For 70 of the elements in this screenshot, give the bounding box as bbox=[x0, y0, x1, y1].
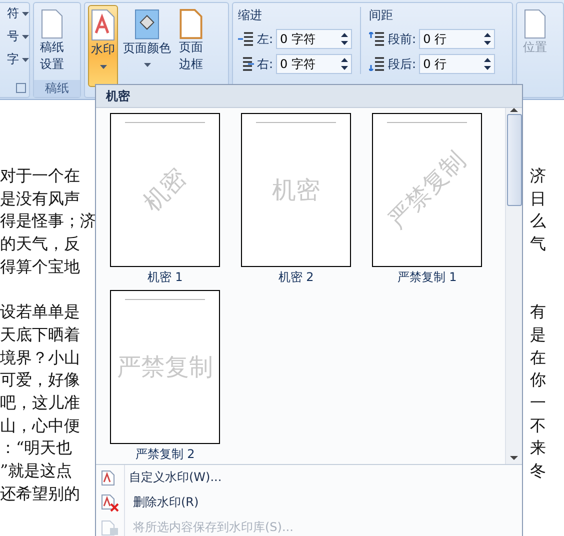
field-label: 右: bbox=[257, 56, 274, 72]
spin-arrows-icon[interactable] bbox=[484, 32, 492, 46]
scrollbar[interactable] bbox=[505, 108, 522, 464]
ribbon-button[interactable]: 页面 边框 bbox=[176, 5, 206, 77]
group-title: 间距 bbox=[369, 7, 394, 24]
document-text: 日 bbox=[530, 188, 547, 210]
document-text: 天底下晒着 bbox=[0, 324, 80, 346]
caret-icon bbox=[22, 12, 29, 16]
document-text: 的天气，反 bbox=[0, 233, 80, 256]
menu-item[interactable]: 删除水印(R) bbox=[96, 490, 522, 515]
dropdown-option[interactable]: 字 bbox=[7, 51, 19, 68]
indent-left-icon bbox=[238, 32, 254, 46]
dropdown-option[interactable]: 号 bbox=[7, 28, 19, 45]
document-text: 设若单单是 bbox=[0, 301, 80, 324]
document-text: 吧，这儿准 bbox=[0, 392, 80, 414]
scroll-thumb[interactable] bbox=[506, 114, 522, 206]
field-label: 段后: bbox=[388, 56, 416, 72]
field-label: 段前: bbox=[388, 30, 416, 48]
document-text: 是没有风声 bbox=[0, 188, 80, 210]
caret-icon bbox=[144, 62, 150, 67]
paper-icon bbox=[41, 9, 63, 39]
section-header: 机密 bbox=[96, 85, 522, 108]
spacing-after-icon bbox=[369, 57, 386, 71]
ribbon-button[interactable]: 页面颜色 bbox=[120, 5, 174, 77]
caret-icon bbox=[22, 34, 29, 38]
spacing-before-icon bbox=[369, 32, 386, 46]
menu-item[interactable]: 自定义水印(W)... bbox=[96, 465, 522, 490]
document-text: ：“明天也 bbox=[0, 437, 72, 460]
page-border-icon bbox=[179, 9, 203, 39]
spin-arrows-icon[interactable] bbox=[341, 32, 348, 46]
document-text: 气 bbox=[530, 233, 547, 256]
watermark-icon bbox=[101, 470, 115, 486]
document-text: 一 bbox=[530, 392, 547, 414]
document-text: 不 bbox=[530, 414, 547, 437]
document-text: 山，心中便 bbox=[0, 414, 80, 437]
spin-field[interactable]: 0 行 bbox=[419, 29, 496, 49]
remove-watermark-icon bbox=[101, 494, 119, 512]
spin-arrows-icon[interactable] bbox=[341, 57, 348, 71]
caret-icon bbox=[100, 64, 106, 68]
document-text: 境界？小山 bbox=[0, 346, 80, 368]
spin-field[interactable]: 0 行 bbox=[419, 54, 496, 74]
document-text: 你 bbox=[530, 369, 547, 392]
document-text: 得是怪事；济 bbox=[0, 210, 96, 232]
position-icon bbox=[524, 9, 546, 39]
document-text: 在 bbox=[530, 346, 547, 368]
field-label: 左: bbox=[257, 30, 274, 48]
spin-arrows-icon[interactable] bbox=[484, 57, 492, 71]
scroll-down-icon[interactable] bbox=[510, 456, 518, 460]
watermark-icon bbox=[91, 9, 115, 41]
document-text: 对于一个在 bbox=[0, 165, 80, 187]
document-text: 是 bbox=[530, 324, 547, 346]
document-text: 冬 bbox=[530, 460, 547, 482]
dropdown-option[interactable]: 符 bbox=[7, 5, 19, 22]
document-text: 可爱，好像 bbox=[0, 369, 80, 392]
document-text: 来 bbox=[530, 437, 547, 460]
spin-field[interactable]: 0 字符 bbox=[276, 54, 352, 74]
group-label: 稿纸 bbox=[34, 80, 80, 97]
group-title: 缩进 bbox=[238, 7, 263, 24]
document-text: 么 bbox=[530, 210, 547, 232]
caret-icon bbox=[22, 58, 29, 62]
document-text: 济 bbox=[530, 165, 547, 187]
ribbon-button[interactable]: 水印 bbox=[88, 5, 118, 87]
document-text: ”就是这点 bbox=[0, 460, 72, 482]
document-text: 得算个宝地 bbox=[0, 256, 80, 278]
spin-field[interactable]: 0 字符 bbox=[276, 29, 352, 49]
document-text: 有 bbox=[530, 301, 547, 324]
save-watermark-icon bbox=[101, 520, 119, 536]
paper-setup-button[interactable]: 稿纸 设置 bbox=[37, 5, 67, 77]
document-text: 还希望别的 bbox=[0, 482, 80, 505]
dialog-launcher-icon[interactable] bbox=[16, 83, 26, 93]
